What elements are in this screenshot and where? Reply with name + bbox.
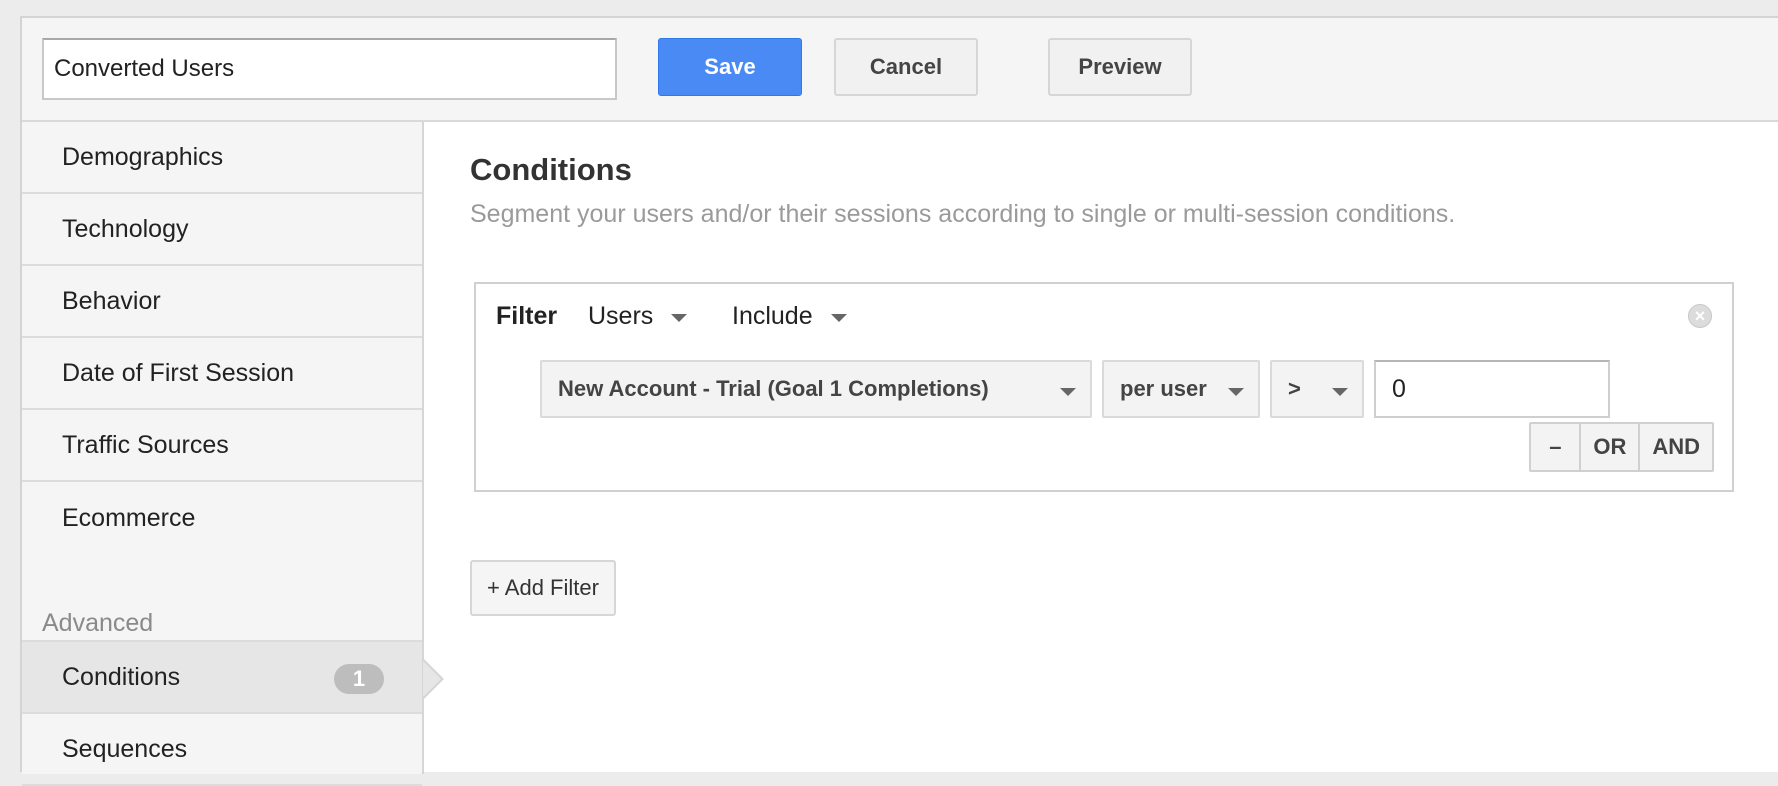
- condition-per-dropdown[interactable]: per user: [1102, 360, 1260, 418]
- condition-operator-value: >: [1288, 376, 1301, 401]
- segment-editor: Save Cancel Preview Demographics Technol…: [20, 16, 1778, 786]
- conditions-panel: Conditions Segment your users and/or the…: [424, 122, 1778, 774]
- condition-logic-buttons: – OR AND: [1529, 422, 1714, 472]
- condition-metric-value: New Account - Trial (Goal 1 Completions): [558, 376, 989, 401]
- segment-name-input[interactable]: [42, 38, 617, 100]
- sidebar: Demographics Technology Behavior Date of…: [22, 122, 444, 786]
- filter-mode-value: Include: [732, 302, 813, 330]
- sidebar-section-advanced: Advanced: [22, 554, 422, 642]
- sidebar-item-label: Sequences: [62, 734, 188, 763]
- sidebar-item-traffic-sources[interactable]: Traffic Sources: [22, 410, 422, 482]
- cancel-button[interactable]: Cancel: [834, 38, 978, 96]
- sidebar-item-conditions[interactable]: Conditions 1: [22, 642, 444, 714]
- sidebar-item-label: Date of First Session: [62, 358, 295, 387]
- sidebar-item-behavior[interactable]: Behavior: [22, 266, 422, 338]
- condition-value-input[interactable]: [1374, 360, 1610, 418]
- sidebar-item-label: Ecommerce: [62, 503, 196, 532]
- remove-filter-icon[interactable]: ×: [1688, 304, 1712, 328]
- filter-mode-dropdown[interactable]: Include: [732, 302, 847, 331]
- sidebar-item-label: Behavior: [62, 286, 161, 315]
- filter-scope-dropdown[interactable]: Users: [588, 302, 688, 331]
- sidebar-item-ecommerce[interactable]: Ecommerce: [22, 482, 422, 554]
- filter-label: Filter: [496, 302, 558, 330]
- chevron-down-icon: [671, 313, 688, 322]
- chevron-down-icon: [830, 313, 847, 322]
- count-badge: 1: [334, 664, 384, 694]
- remove-condition-button[interactable]: –: [1531, 424, 1579, 470]
- sidebar-section-heading: Advanced: [42, 609, 154, 637]
- condition-metric-dropdown[interactable]: New Account - Trial (Goal 1 Completions): [540, 360, 1092, 418]
- page-description: Segment your users and/or their sessions…: [470, 200, 1456, 228]
- page-title: Conditions: [470, 152, 632, 187]
- chevron-down-icon: [1060, 388, 1076, 396]
- sidebar-item-demographics[interactable]: Demographics: [22, 122, 422, 194]
- sidebar-item-label: Conditions: [62, 662, 181, 691]
- condition-per-value: per user: [1120, 376, 1207, 401]
- sidebar-item-label: Traffic Sources: [62, 430, 229, 459]
- chevron-down-icon: [1332, 388, 1348, 396]
- chevron-down-icon: [1228, 388, 1244, 396]
- save-button[interactable]: Save: [658, 38, 802, 96]
- add-filter-button[interactable]: + Add Filter: [470, 560, 616, 616]
- preview-button[interactable]: Preview: [1048, 38, 1192, 96]
- or-button[interactable]: OR: [1579, 424, 1638, 470]
- filter-scope-value: Users: [588, 302, 654, 330]
- condition-operator-dropdown[interactable]: >: [1270, 360, 1364, 418]
- filter-card: Filter Users Include × New Account - Tri…: [474, 282, 1734, 492]
- segment-toolbar: Save Cancel Preview: [22, 18, 1778, 122]
- and-button[interactable]: AND: [1638, 424, 1712, 470]
- sidebar-item-date-of-first-session[interactable]: Date of First Session: [22, 338, 422, 410]
- sidebar-item-label: Technology: [62, 214, 189, 243]
- sidebar-item-label: Demographics: [62, 142, 224, 171]
- sidebar-item-technology[interactable]: Technology: [22, 194, 422, 266]
- sidebar-item-sequences[interactable]: Sequences: [22, 714, 422, 786]
